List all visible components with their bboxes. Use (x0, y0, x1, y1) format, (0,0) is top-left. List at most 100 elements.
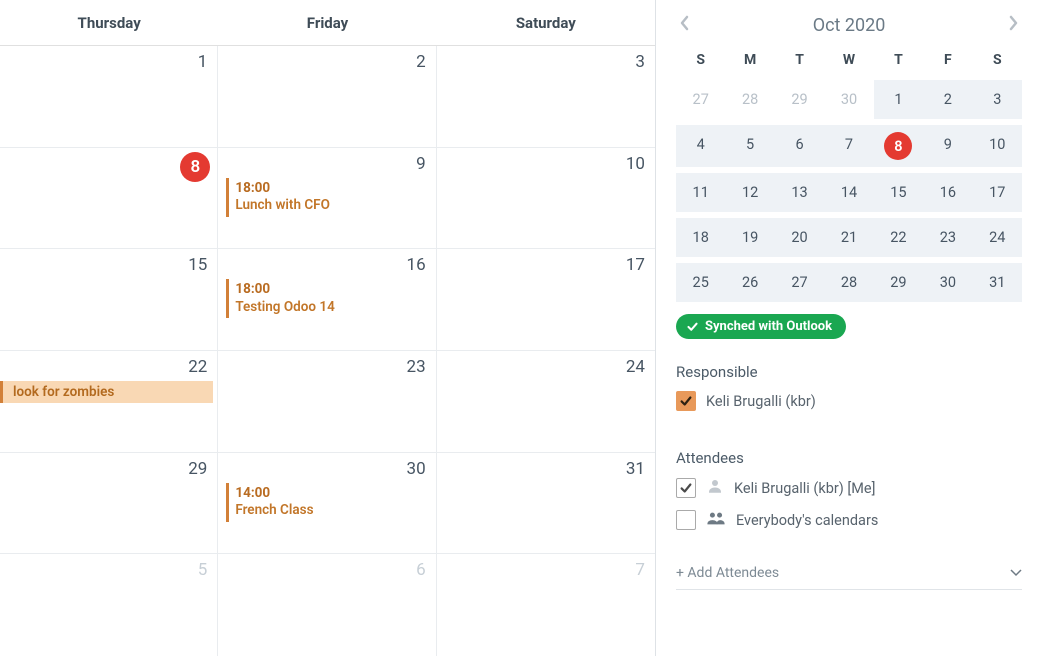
calendar-cell[interactable]: 29 (0, 453, 218, 554)
check-icon (679, 481, 693, 495)
mini-calendar-day[interactable]: 8 (874, 125, 923, 167)
mini-calendar-day[interactable]: 12 (725, 173, 774, 212)
date-number: 10 (437, 148, 655, 176)
calendar-cell[interactable]: 15 (0, 249, 218, 350)
mini-calendar-day[interactable]: 9 (923, 125, 972, 167)
calendar-row: 293014:00French Class31 (0, 453, 655, 555)
mini-calendar-day[interactable]: 15 (874, 173, 923, 212)
responsible-checkbox[interactable] (676, 391, 696, 411)
mini-calendar-day[interactable]: 5 (725, 125, 774, 167)
attendee-everyone-checkbox[interactable] (676, 510, 696, 530)
mini-calendar-day[interactable]: 17 (973, 173, 1022, 212)
date-number: 3 (437, 46, 655, 74)
mini-calendar: SMTWTFS 27282930123456789101112131415161… (676, 46, 1022, 302)
calendar-row: 123 (0, 46, 655, 148)
mini-calendar-day[interactable]: 26 (725, 263, 774, 302)
date-number: 16 (218, 249, 435, 277)
prev-month-button[interactable] (678, 14, 690, 36)
date-number: 9 (218, 148, 435, 176)
mini-weekday-header: W (824, 46, 873, 74)
day-header-thu: Thursday (0, 0, 218, 45)
event-time: 18:00 (235, 281, 423, 299)
calendar-event[interactable]: 18:00Lunch with CFO (226, 178, 429, 217)
next-month-button[interactable] (1008, 14, 1020, 36)
date-number: 8 (0, 148, 217, 184)
add-attendees-placeholder: + Add Attendees (676, 565, 779, 581)
calendar-cell[interactable]: 23 (218, 351, 436, 452)
calendar-cell[interactable]: 17 (437, 249, 655, 350)
main-calendar-header: Thursday Friday Saturday (0, 0, 655, 46)
date-number: 7 (437, 554, 655, 582)
calendar-cell[interactable]: 5 (0, 554, 218, 656)
mini-calendar-day[interactable]: 7 (824, 125, 873, 167)
calendar-cell[interactable]: 918:00Lunch with CFO (218, 148, 436, 249)
calendar-cell[interactable]: 1618:00Testing Odoo 14 (218, 249, 436, 350)
main-calendar-body: 1238918:00Lunch with CFO10151618:00Testi… (0, 46, 655, 656)
calendar-cell[interactable]: 7 (437, 554, 655, 656)
mini-calendar-day[interactable]: 1 (874, 80, 923, 119)
mini-calendar-day[interactable]: 30 (824, 80, 873, 119)
calendar-cell[interactable]: 6 (218, 554, 436, 656)
attendees-section-title: Attendees (676, 449, 1022, 467)
calendar-row: 567 (0, 554, 655, 656)
mini-weekday-header: S (676, 46, 725, 74)
mini-calendar-day[interactable]: 19 (725, 218, 774, 257)
date-number: 29 (0, 453, 217, 481)
day-header-fri: Friday (218, 0, 436, 45)
calendar-cell[interactable]: 3 (437, 46, 655, 147)
mini-calendar-day[interactable]: 3 (973, 80, 1022, 119)
mini-calendar-day[interactable]: 14 (824, 173, 873, 212)
check-icon (679, 394, 693, 408)
event-title: French Class (235, 502, 423, 520)
mini-calendar-day[interactable]: 13 (775, 173, 824, 212)
mini-calendar-day[interactable]: 28 (725, 80, 774, 119)
responsible-row: Keli Brugalli (kbr) (676, 391, 1022, 411)
mini-calendar-day[interactable]: 4 (676, 125, 725, 167)
mini-calendar-day[interactable]: 11 (676, 173, 725, 212)
calendar-event[interactable]: 18:00Testing Odoo 14 (226, 279, 429, 318)
calendar-cell[interactable]: 22look for zombies (0, 351, 218, 452)
mini-calendar-day[interactable]: 21 (824, 218, 873, 257)
day-header-sat: Saturday (437, 0, 655, 45)
calendar-cell[interactable]: 24 (437, 351, 655, 452)
mini-calendar-day[interactable]: 28 (824, 263, 873, 302)
event-title: Lunch with CFO (235, 197, 423, 215)
mini-weekday-header: S (973, 46, 1022, 74)
date-number: 6 (218, 554, 435, 582)
person-icon (706, 477, 724, 499)
mini-calendar-day[interactable]: 10 (973, 125, 1022, 167)
mini-calendar-day[interactable]: 29 (775, 80, 824, 119)
mini-calendar-day[interactable]: 24 (973, 218, 1022, 257)
mini-weekday-header: T (874, 46, 923, 74)
mini-calendar-day[interactable]: 27 (676, 80, 725, 119)
calendar-cell[interactable]: 1 (0, 46, 218, 147)
calendar-cell[interactable]: 8 (0, 148, 218, 249)
mini-calendar-day[interactable]: 23 (923, 218, 972, 257)
calendar-cell[interactable]: 2 (218, 46, 436, 147)
calendar-cell[interactable]: 31 (437, 453, 655, 554)
mini-calendar-day[interactable]: 30 (923, 263, 972, 302)
mini-calendar-day[interactable]: 20 (775, 218, 824, 257)
sidebar: Oct 2020 SMTWTFS 27282930123456789101112… (656, 0, 1040, 656)
mini-calendar-day[interactable]: 29 (874, 263, 923, 302)
mini-calendar-day[interactable]: 6 (775, 125, 824, 167)
add-attendees-input[interactable]: + Add Attendees (676, 557, 1022, 590)
attendee-me-checkbox[interactable] (676, 478, 696, 498)
date-number: 15 (0, 249, 217, 277)
mini-calendar-day[interactable]: 18 (676, 218, 725, 257)
date-number: 2 (218, 46, 435, 74)
mini-calendar-day[interactable]: 22 (874, 218, 923, 257)
mini-calendar-day[interactable]: 27 (775, 263, 824, 302)
mini-calendar-day[interactable]: 2 (923, 80, 972, 119)
date-number: 17 (437, 249, 655, 277)
calendar-cell[interactable]: 10 (437, 148, 655, 249)
mini-calendar-day[interactable]: 25 (676, 263, 725, 302)
chevron-left-icon (678, 14, 690, 32)
allday-event[interactable]: look for zombies (0, 381, 213, 403)
date-number: 30 (218, 453, 435, 481)
mini-weekday-header: M (725, 46, 774, 74)
mini-calendar-day[interactable]: 16 (923, 173, 972, 212)
calendar-event[interactable]: 14:00French Class (226, 483, 429, 522)
calendar-cell[interactable]: 3014:00French Class (218, 453, 436, 554)
mini-calendar-day[interactable]: 31 (973, 263, 1022, 302)
